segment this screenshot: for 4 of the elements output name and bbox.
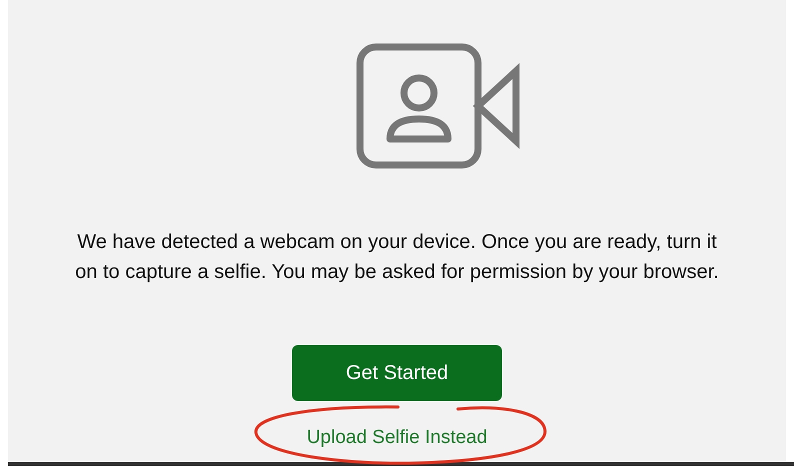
get-started-button[interactable]: Get Started (292, 345, 502, 401)
instruction-text: We have detected a webcam on your device. Once you are ready, turn it on to capture a selfie. You may be asked for permission by your browser. (74, 230, 720, 285)
video-camera-person-icon (356, 43, 520, 169)
upload-selfie-link[interactable]: Upload Selfie Instead (306, 424, 488, 452)
